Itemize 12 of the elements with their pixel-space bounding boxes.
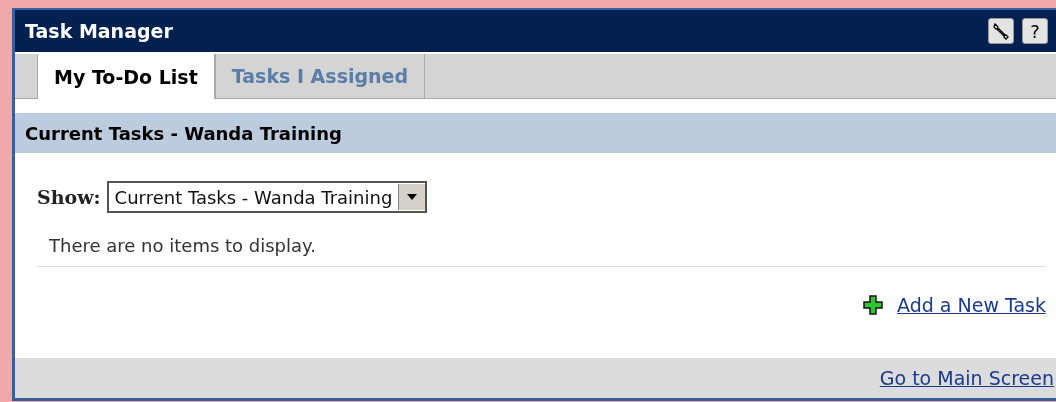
show-label: Show: <box>37 186 101 208</box>
section-header: Current Tasks - Wanda Training <box>15 113 1056 153</box>
tab[interactable]: My To-Do List <box>37 54 215 99</box>
plus-icon <box>863 295 883 315</box>
wrench-button[interactable] <box>988 18 1014 44</box>
help-button[interactable]: ? <box>1022 18 1048 44</box>
main-screen-link[interactable]: Go to Main Screen <box>879 367 1054 389</box>
empty-message: There are no items to display. <box>37 235 1046 267</box>
show-dropdown[interactable]: Current Tasks - Wanda Training <box>106 181 428 213</box>
window-title: Task Manager <box>25 20 174 42</box>
wrench-icon <box>992 22 1010 40</box>
add-task-link[interactable]: Add a New Task <box>897 294 1046 316</box>
